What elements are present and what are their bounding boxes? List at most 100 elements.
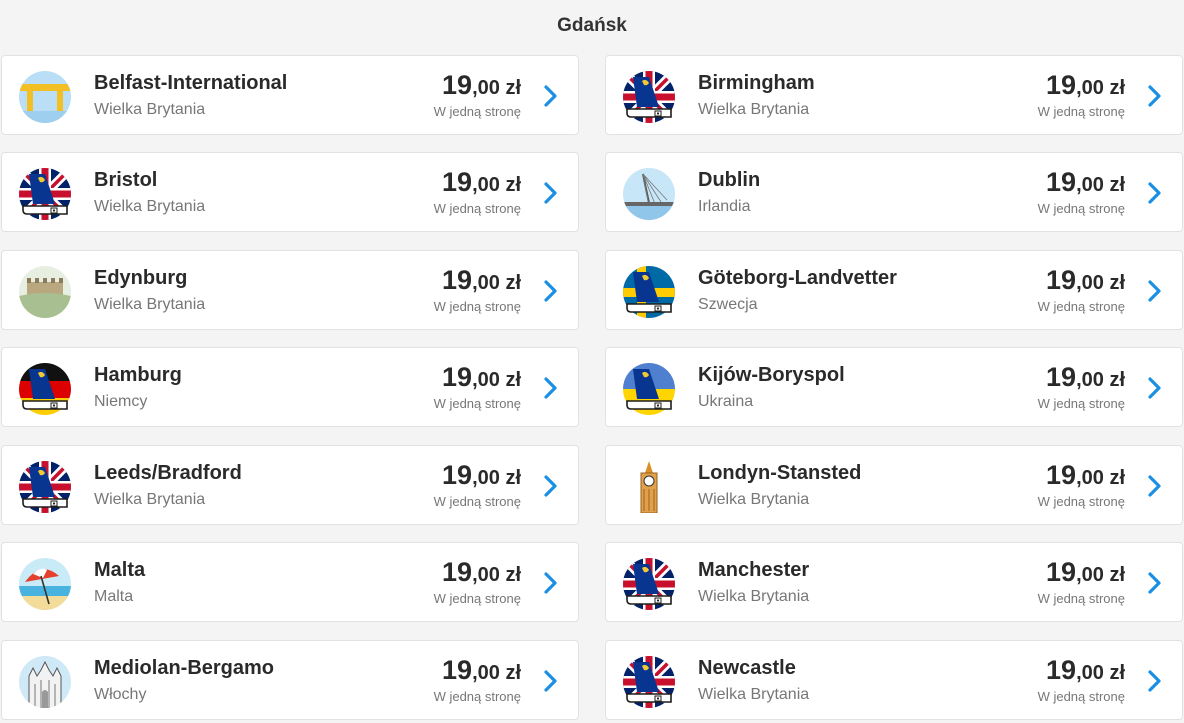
price-decimal: ,00 bbox=[472, 467, 500, 489]
price-currency: zł bbox=[505, 564, 521, 586]
route-price: 19,00 zł bbox=[1046, 265, 1125, 296]
one-way-label: W jedną stronę bbox=[1037, 396, 1125, 411]
route-card[interactable]: Manchester Wielka Brytania 19,00 zł W je… bbox=[605, 542, 1183, 622]
price-decimal: ,00 bbox=[1076, 467, 1104, 489]
route-country: Wielka Brytania bbox=[698, 686, 810, 703]
chevron-right-icon[interactable] bbox=[1146, 669, 1162, 693]
chevron-right-icon[interactable] bbox=[542, 181, 558, 205]
price-decimal: ,00 bbox=[472, 564, 500, 586]
price-currency: zł bbox=[505, 174, 521, 196]
route-city: Göteborg-Landvetter bbox=[698, 267, 897, 289]
price-integer: 19 bbox=[442, 460, 473, 490]
chevron-right-icon[interactable] bbox=[1146, 474, 1162, 498]
price-currency: zł bbox=[1109, 369, 1125, 391]
route-card[interactable]: Leeds/Bradford Wielka Brytania 19,00 zł … bbox=[1, 445, 579, 525]
chevron-right-icon[interactable] bbox=[542, 376, 558, 400]
price-currency: zł bbox=[1109, 272, 1125, 294]
route-country: Wielka Brytania bbox=[94, 198, 206, 215]
price-integer: 19 bbox=[442, 167, 473, 197]
price-currency: zł bbox=[505, 467, 521, 489]
chevron-right-icon[interactable] bbox=[542, 474, 558, 498]
chevron-right-icon[interactable] bbox=[1146, 571, 1162, 595]
chevron-right-icon[interactable] bbox=[1146, 84, 1162, 108]
ryanair-germany-flag-icon bbox=[19, 363, 71, 415]
one-way-label: W jedną stronę bbox=[1037, 299, 1125, 314]
price-integer: 19 bbox=[1046, 362, 1077, 392]
route-price: 19,00 zł bbox=[1046, 557, 1125, 588]
price-integer: 19 bbox=[442, 265, 473, 295]
route-city: Newcastle bbox=[698, 657, 796, 679]
price-currency: zł bbox=[505, 369, 521, 391]
route-card[interactable]: Edynburg Wielka Brytania 19,00 zł W jedn… bbox=[1, 250, 579, 330]
route-city: Kijów-Boryspol bbox=[698, 364, 845, 386]
price-decimal: ,00 bbox=[472, 662, 500, 684]
route-card[interactable]: Göteborg-Landvetter Szwecja 19,00 zł W j… bbox=[605, 250, 1183, 330]
big-ben-icon bbox=[623, 461, 675, 513]
price-currency: zł bbox=[1109, 174, 1125, 196]
one-way-label: W jedną stronę bbox=[433, 104, 521, 119]
route-card[interactable]: Malta Malta 19,00 zł W jedną stronę bbox=[1, 542, 579, 622]
route-price: 19,00 zł bbox=[1046, 362, 1125, 393]
route-price: 19,00 zł bbox=[442, 265, 521, 296]
route-country: Wielka Brytania bbox=[94, 491, 206, 508]
chevron-right-icon[interactable] bbox=[542, 669, 558, 693]
chevron-right-icon[interactable] bbox=[1146, 279, 1162, 303]
one-way-label: W jedną stronę bbox=[433, 591, 521, 606]
price-currency: zł bbox=[505, 77, 521, 99]
ryanair-uk-flag-icon bbox=[623, 558, 675, 610]
ryanair-sweden-flag-icon bbox=[623, 266, 675, 318]
price-integer: 19 bbox=[1046, 265, 1077, 295]
route-price: 19,00 zł bbox=[442, 557, 521, 588]
route-card[interactable]: Belfast-International Wielka Brytania 19… bbox=[1, 55, 579, 135]
price-decimal: ,00 bbox=[472, 174, 500, 196]
edinburgh-castle-icon bbox=[19, 266, 71, 318]
price-integer: 19 bbox=[442, 557, 473, 587]
chevron-right-icon[interactable] bbox=[1146, 181, 1162, 205]
route-price: 19,00 zł bbox=[1046, 655, 1125, 686]
route-price: 19,00 zł bbox=[442, 460, 521, 491]
price-currency: zł bbox=[1109, 564, 1125, 586]
route-city: Leeds/Bradford bbox=[94, 462, 242, 484]
chevron-right-icon[interactable] bbox=[542, 84, 558, 108]
route-country: Włochy bbox=[94, 686, 147, 703]
route-card[interactable]: Newcastle Wielka Brytania 19,00 zł W jed… bbox=[605, 640, 1183, 720]
price-currency: zł bbox=[505, 272, 521, 294]
chevron-right-icon[interactable] bbox=[542, 279, 558, 303]
price-decimal: ,00 bbox=[1076, 272, 1104, 294]
route-price: 19,00 zł bbox=[442, 70, 521, 101]
route-city: Dublin bbox=[698, 169, 761, 191]
price-integer: 19 bbox=[442, 362, 473, 392]
price-currency: zł bbox=[1109, 467, 1125, 489]
route-card[interactable]: Londyn-Stansted Wielka Brytania 19,00 zł… bbox=[605, 445, 1183, 525]
shipyard-crane-icon bbox=[19, 71, 71, 123]
price-integer: 19 bbox=[1046, 655, 1077, 685]
one-way-label: W jedną stronę bbox=[433, 689, 521, 704]
route-country: Irlandia bbox=[698, 198, 751, 215]
route-card[interactable]: Hamburg Niemcy 19,00 zł W jedną stronę bbox=[1, 347, 579, 427]
price-decimal: ,00 bbox=[1076, 369, 1104, 391]
route-country: Wielka Brytania bbox=[94, 101, 206, 118]
route-city: Mediolan-Bergamo bbox=[94, 657, 275, 679]
route-country: Ukraina bbox=[698, 393, 754, 410]
route-price: 19,00 zł bbox=[442, 362, 521, 393]
route-card[interactable]: Kijów-Boryspol Ukraina 19,00 zł W jedną … bbox=[605, 347, 1183, 427]
route-price: 19,00 zł bbox=[442, 655, 521, 686]
route-city: Hamburg bbox=[94, 364, 182, 386]
ryanair-uk-flag-icon bbox=[623, 71, 675, 123]
price-currency: zł bbox=[1109, 77, 1125, 99]
price-decimal: ,00 bbox=[472, 369, 500, 391]
route-card[interactable]: Bristol Wielka Brytania 19,00 zł W jedną… bbox=[1, 152, 579, 232]
route-card[interactable]: Mediolan-Bergamo Włochy 19,00 zł W jedną… bbox=[1, 640, 579, 720]
route-card[interactable]: Dublin Irlandia 19,00 zł W jedną stronę bbox=[605, 152, 1183, 232]
ryanair-uk-flag-icon bbox=[19, 461, 71, 513]
route-city: Birmingham bbox=[698, 72, 815, 94]
price-integer: 19 bbox=[1046, 167, 1077, 197]
price-decimal: ,00 bbox=[1076, 77, 1104, 99]
route-card[interactable]: Birmingham Wielka Brytania 19,00 zł W je… bbox=[605, 55, 1183, 135]
one-way-label: W jedną stronę bbox=[1037, 104, 1125, 119]
one-way-label: W jedną stronę bbox=[433, 396, 521, 411]
route-price: 19,00 zł bbox=[442, 167, 521, 198]
chevron-right-icon[interactable] bbox=[542, 571, 558, 595]
chevron-right-icon[interactable] bbox=[1146, 376, 1162, 400]
dublin-bridge-icon bbox=[623, 168, 675, 220]
